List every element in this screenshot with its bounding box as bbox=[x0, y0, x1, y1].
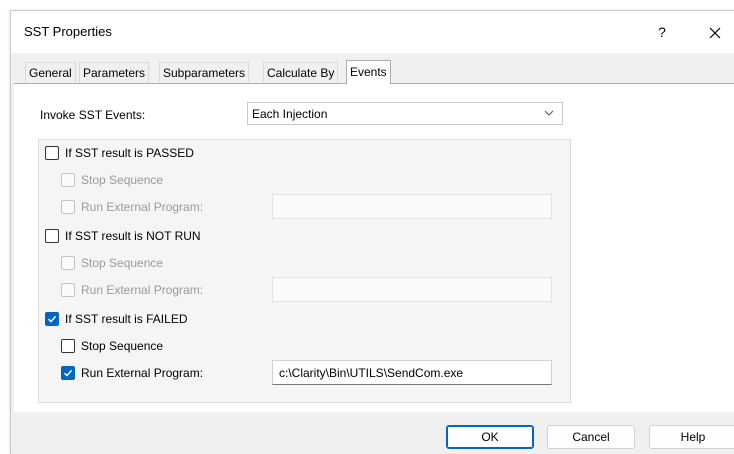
chevron-down-icon bbox=[544, 110, 554, 116]
tab-general[interactable]: General bbox=[25, 62, 76, 82]
failed-run-program-label: Run External Program: bbox=[81, 366, 204, 380]
passed-stop-sequence-checkbox[interactable]: Stop Sequence bbox=[61, 171, 163, 189]
checkmark-icon bbox=[63, 369, 73, 377]
events-panel: Invoke SST Events: Each Injection If SST… bbox=[14, 83, 734, 412]
checkbox-box bbox=[61, 283, 75, 297]
checkbox-box bbox=[45, 146, 59, 160]
invoke-events-label: Invoke SST Events: bbox=[40, 108, 146, 122]
checkbox-box bbox=[61, 256, 75, 270]
failed-stop-sequence-label: Stop Sequence bbox=[81, 339, 164, 353]
tab-parameters[interactable]: Parameters bbox=[79, 62, 150, 82]
failed-checkbox[interactable]: If SST result is FAILED bbox=[45, 310, 187, 328]
not-run-program-path-field[interactable] bbox=[272, 277, 552, 302]
not-run-run-program-label: Run External Program: bbox=[81, 283, 204, 297]
failed-stop-sequence-checkbox[interactable]: Stop Sequence bbox=[61, 337, 163, 355]
close-button[interactable] bbox=[699, 19, 731, 45]
invoke-events-select[interactable]: Each Injection bbox=[247, 102, 563, 125]
tab-calculate-by[interactable]: Calculate By bbox=[263, 62, 339, 82]
not-run-run-program-checkbox[interactable]: Run External Program: bbox=[61, 281, 203, 299]
ok-button[interactable]: OK bbox=[446, 425, 534, 449]
tab-events[interactable]: Events bbox=[346, 60, 391, 84]
passed-label: If SST result is PASSED bbox=[65, 146, 194, 160]
checkmark-icon bbox=[47, 315, 57, 323]
checkbox-box bbox=[45, 312, 59, 326]
events-group: If SST result is PASSED Stop Sequence Ru… bbox=[38, 139, 571, 403]
checkbox-box bbox=[61, 200, 75, 214]
help-button[interactable]: Help bbox=[649, 425, 734, 449]
failed-program-path-value: c:\Clarity\Bin\UTILS\SendCom.exe bbox=[279, 366, 464, 380]
passed-stop-sequence-label: Stop Sequence bbox=[81, 173, 164, 187]
tab-strip: General Parameters Subparameters Calcula… bbox=[11, 60, 734, 84]
checkbox-box bbox=[45, 229, 59, 243]
failed-run-program-checkbox[interactable]: Run External Program: bbox=[61, 364, 203, 382]
passed-program-path-field[interactable] bbox=[272, 194, 552, 219]
checkbox-box bbox=[61, 173, 75, 187]
close-icon bbox=[709, 27, 721, 39]
passed-checkbox[interactable]: If SST result is PASSED bbox=[45, 144, 194, 162]
failed-program-path-field[interactable]: c:\Clarity\Bin\UTILS\SendCom.exe bbox=[272, 360, 552, 385]
passed-run-program-checkbox[interactable]: Run External Program: bbox=[61, 198, 203, 216]
not-run-stop-sequence-label: Stop Sequence bbox=[81, 256, 164, 270]
title-bar: SST Properties ? bbox=[11, 11, 734, 53]
passed-run-program-label: Run External Program: bbox=[81, 200, 204, 214]
context-help-button[interactable]: ? bbox=[652, 21, 672, 43]
not-run-label: If SST result is NOT RUN bbox=[65, 229, 201, 243]
invoke-events-value: Each Injection bbox=[252, 107, 328, 121]
dialog-title: SST Properties bbox=[24, 24, 112, 39]
failed-label: If SST result is FAILED bbox=[65, 312, 188, 326]
not-run-checkbox[interactable]: If SST result is NOT RUN bbox=[45, 227, 201, 245]
not-run-stop-sequence-checkbox[interactable]: Stop Sequence bbox=[61, 254, 163, 272]
tab-subparameters[interactable]: Subparameters bbox=[159, 62, 250, 82]
checkbox-box bbox=[61, 366, 75, 380]
cancel-button[interactable]: Cancel bbox=[547, 425, 635, 449]
properties-dialog: SST Properties ? General Parameters Subp… bbox=[10, 10, 734, 454]
checkbox-box bbox=[61, 339, 75, 353]
